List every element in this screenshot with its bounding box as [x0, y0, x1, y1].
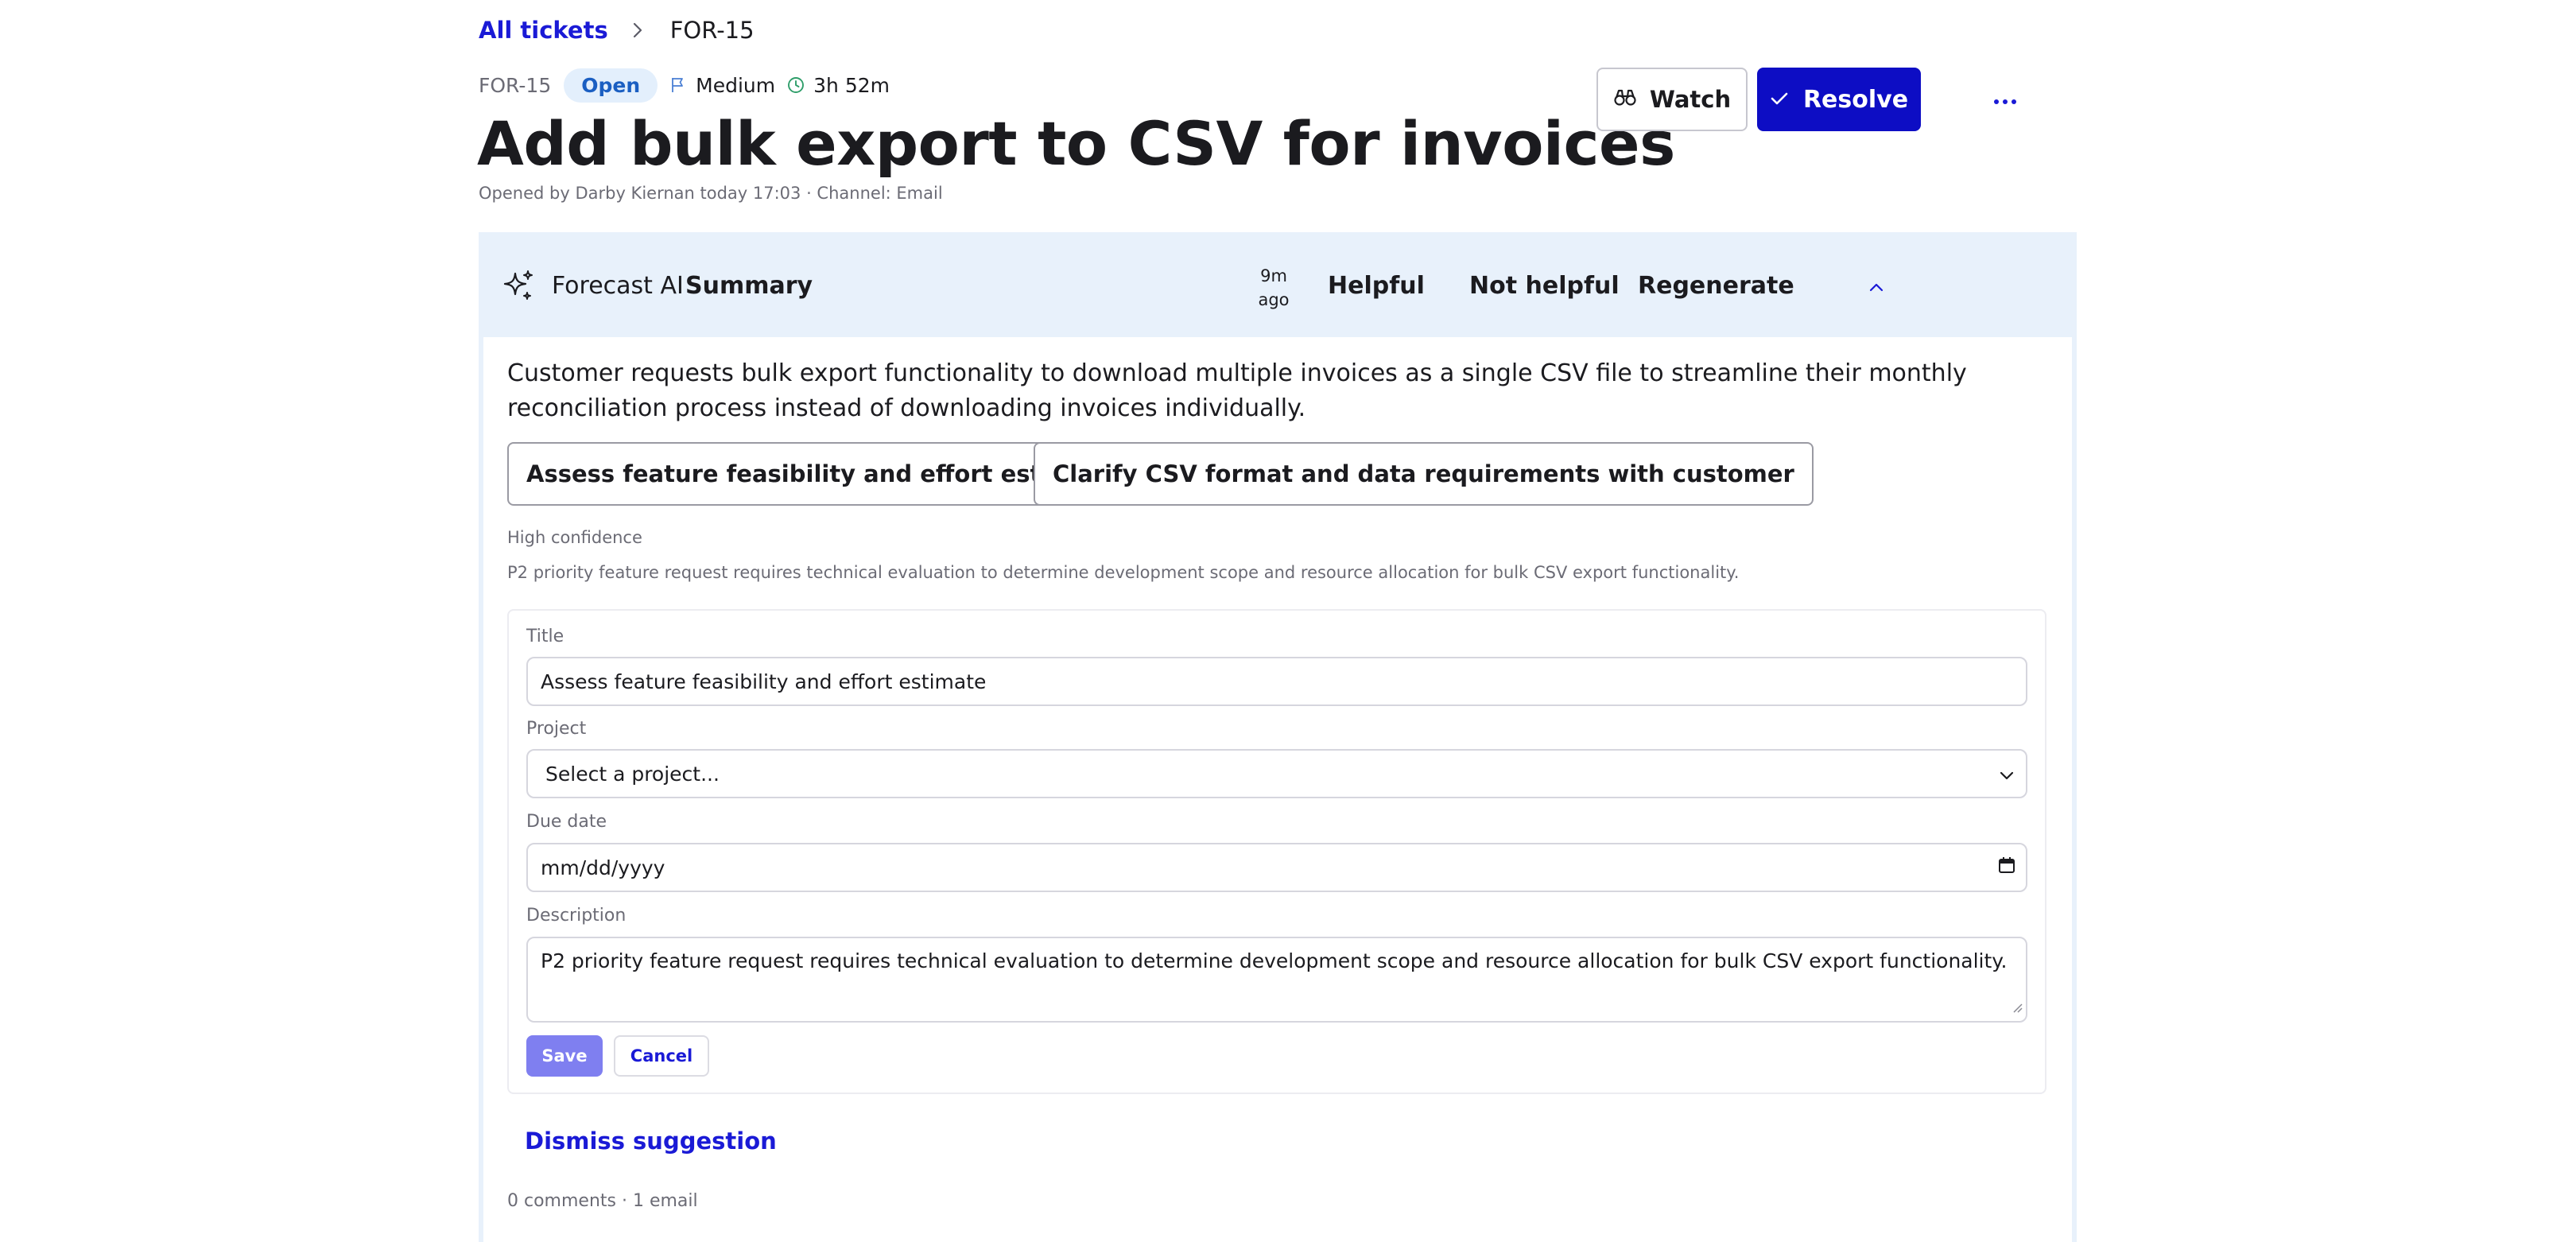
watch-button[interactable]: Watch [1596, 68, 1748, 131]
title-input[interactable]: Assess feature feasibility and effort es… [526, 657, 2027, 706]
chevron-right-icon [629, 20, 650, 41]
title-label: Title [526, 627, 564, 646]
breadcrumb: All tickets FOR-15 [479, 13, 755, 48]
sparkle-icon [501, 269, 536, 307]
due-date-placeholder: mm/dd/yyyy [541, 856, 665, 879]
ai-summary-text: Customer requests bulk export functional… [507, 359, 1967, 422]
ticket-meta: FOR-15 Open Medium 3h 52m [479, 65, 890, 105]
chevron-up-icon [1868, 281, 1885, 296]
page-title: Add bulk export to CSV for invoices [477, 108, 1675, 179]
project-label: Project [526, 719, 587, 739]
due-date-label: Due date [526, 812, 607, 832]
suggestion-chip[interactable]: Clarify CSV format and data requirements… [1034, 442, 1814, 506]
resolve-label: Resolve [1802, 85, 1909, 114]
ticket-id: FOR-15 [479, 73, 552, 97]
priority: Medium [669, 74, 775, 97]
clock-icon [786, 76, 805, 95]
regenerate-button[interactable]: Regenerate [1638, 272, 1794, 300]
chevron-down-icon [1999, 763, 2015, 786]
description-label: Description [526, 906, 627, 926]
resolve-button[interactable]: Resolve [1757, 68, 1921, 131]
ago-suffix: ago [1258, 290, 1290, 309]
breadcrumb-current: FOR-15 [669, 17, 755, 44]
confidence-label: High confidence [507, 528, 642, 547]
ai-name: Forecast AI [552, 272, 684, 300]
rationale-text: P2 priority feature request requires tec… [507, 563, 1740, 582]
breadcrumb-all-tickets-link[interactable]: All tickets [479, 17, 608, 44]
binoculars-icon [1613, 86, 1637, 113]
ago-value: 9m [1260, 266, 1287, 285]
time-open-value: 3h 52m [813, 73, 890, 97]
opened-info: Opened by Darby Kiernan today 17:03 · Ch… [479, 184, 943, 203]
due-date-input[interactable]: mm/dd/yyyy [526, 843, 2027, 892]
description-value: P2 priority feature request requires tec… [541, 949, 2008, 972]
priority-label: Medium [696, 73, 776, 97]
check-icon [1770, 86, 1789, 114]
dismiss-suggestion-link[interactable]: Dismiss suggestion [525, 1128, 777, 1155]
more-options-button[interactable] [1988, 83, 2023, 118]
watch-label: Watch [1649, 86, 1732, 113]
status-badge: Open [564, 68, 658, 103]
ai-summary-panel: Forecast AI Summary 9m ago Helpful Not h… [479, 232, 2077, 1242]
not-helpful-button[interactable]: Not helpful [1469, 272, 1620, 300]
resize-handle-icon[interactable] [2012, 995, 2023, 1018]
ai-kind: Summary [685, 272, 813, 300]
activity-count: 0 comments · 1 email [507, 1191, 698, 1211]
description-textarea[interactable]: P2 priority feature request requires tec… [526, 937, 2027, 1023]
title-input-value: Assess feature feasibility and effort es… [541, 670, 987, 693]
project-select-value: Select a project... [545, 762, 720, 786]
calendar-icon[interactable] [1997, 856, 2016, 879]
save-button[interactable]: Save [526, 1035, 603, 1077]
flag-icon [669, 76, 688, 95]
collapse-button[interactable] [1862, 274, 1891, 302]
more-horizontal-icon [1993, 93, 2017, 108]
create-task-form: Title Assess feature feasibility and eff… [507, 609, 2046, 1094]
time-open: 3h 52m [786, 74, 890, 97]
helpful-button[interactable]: Helpful [1328, 272, 1425, 300]
cancel-button[interactable]: Cancel [614, 1035, 709, 1077]
ai-panel-header: Forecast AI Summary 9m ago Helpful Not h… [483, 237, 2072, 337]
generated-ago: 9m ago [1251, 264, 1296, 312]
project-select[interactable]: Select a project... [526, 749, 2027, 798]
